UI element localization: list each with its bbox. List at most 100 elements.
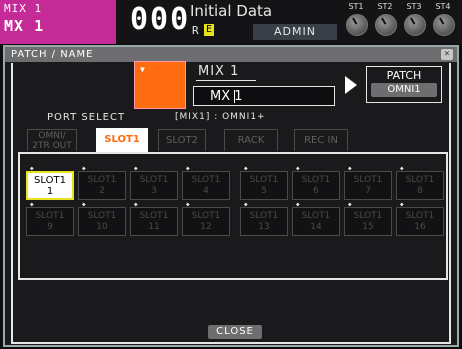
tab-slot2[interactable]: SLOT2 [158,129,206,151]
port-number: 6 [313,186,319,196]
edit-flag: E [204,24,214,36]
channel-name-value: MX 1 [210,89,243,104]
port-button[interactable]: SLOT1 12 [182,207,230,236]
window-titlebar: PATCH / NAME × [5,47,457,62]
tab-label-line2: 2TR OUT [32,141,72,151]
port-name: SLOT1 [139,175,169,185]
st2-knob-icon[interactable] [375,14,397,36]
channel-name-label: MIX 1 [198,64,240,79]
selected-channel-display[interactable]: MIX 1 MX 1 [0,0,116,44]
port-cell: ◆ SLOT1 1 [26,165,74,200]
port-number: 5 [261,186,267,196]
port-panel: ◆ SLOT1 1 ◆ SLOT1 2 ◆ SLOT1 3 ◆ SLOT1 4 ◆ SLOT1 5 ◆ SLOT… [18,152,448,280]
port-cell: ◆ SLOT1 6 [292,165,340,200]
port-button[interactable]: SLOT1 5 [240,171,288,200]
port-cell: ◆ SLOT1 3 [130,165,178,200]
port-name: SLOT1 [405,211,435,221]
port-number: 9 [47,222,53,232]
port-cell: ◆ SLOT1 16 [396,201,444,236]
port-number: 15 [362,222,374,232]
port-number: 14 [310,222,322,232]
port-cell: ◆ SLOT1 11 [130,201,178,236]
port-name: SLOT1 [249,211,279,221]
port-button[interactable]: SLOT1 13 [240,207,288,236]
port-number: 2 [99,186,105,196]
window-title: PATCH / NAME [11,49,94,60]
port-button[interactable]: SLOT1 14 [292,207,340,236]
st4-knob-icon[interactable] [433,14,455,36]
port-cell: ◆ SLOT1 12 [182,201,230,236]
close-icon[interactable]: × [441,49,453,60]
port-name: SLOT1 [139,211,169,221]
port-cell: ◆ SLOT1 8 [396,165,444,200]
read-only-flag: R [192,24,199,37]
port-cell: ◆ SLOT1 5 [240,165,288,200]
port-name: SLOT1 [191,175,221,185]
port-name: SLOT1 [301,175,331,185]
port-name: SLOT1 [35,211,65,221]
port-cell: ◆ SLOT1 7 [344,165,392,200]
port-button[interactable]: SLOT1 2 [78,171,126,200]
port-button[interactable]: SLOT1 1 [26,171,74,200]
port-number: 13 [258,222,270,232]
port-number: 1 [46,186,54,197]
port-number: 3 [151,186,157,196]
channel-color-button[interactable]: ▼ [134,61,186,109]
status-bar: MIX 1 MX 1 000 Initial Data R E ADMIN ST… [0,0,462,44]
port-assignment-info: [MIX1] : OMNI1+ [175,112,266,122]
port-number: 16 [414,222,426,232]
st3-knob-icon[interactable] [404,14,426,36]
tab-omni-2tr-out[interactable]: OMNI/ 2TR OUT [27,129,77,151]
st4-label: ST4 [435,2,451,11]
port-cell: ◆ SLOT1 13 [240,201,288,236]
patch-source-button[interactable]: OMNI1 [371,83,437,97]
channel-id: MIX 1 [4,2,43,15]
port-name: SLOT1 [87,211,117,221]
patch-box: PATCH OMNI1 [366,66,442,103]
port-button[interactable]: SLOT1 16 [396,207,444,236]
st1-knob-icon[interactable] [346,14,368,36]
port-button[interactable]: SLOT1 7 [344,171,392,200]
text-caret [234,90,235,103]
channel-name-input[interactable]: MX 1 [193,86,335,106]
port-number: 7 [365,186,371,196]
port-button[interactable]: SLOT1 15 [344,207,392,236]
port-cell: ◆ SLOT1 4 [182,165,230,200]
user-button[interactable]: ADMIN [253,24,337,40]
close-button[interactable]: CLOSE [208,325,262,339]
port-name: SLOT1 [191,211,221,221]
port-name: SLOT1 [34,175,66,186]
arrow-right-icon [345,76,357,94]
port-button[interactable]: SLOT1 6 [292,171,340,200]
patch-label: PATCH [386,69,422,82]
port-cell: ◆ SLOT1 10 [78,201,126,236]
port-button[interactable]: SLOT1 10 [78,207,126,236]
port-number: 11 [148,222,160,232]
port-name: SLOT1 [353,211,383,221]
port-button[interactable]: SLOT1 8 [396,171,444,200]
tab-rack[interactable]: RACK [224,129,278,151]
port-number: 12 [200,222,212,232]
scene-number[interactable]: 000 [130,2,190,37]
tab-rec-in[interactable]: REC IN [294,129,348,151]
port-number: 10 [96,222,108,232]
port-name: SLOT1 [353,175,383,185]
port-name: SLOT1 [249,175,279,185]
port-name: SLOT1 [405,175,435,185]
dropdown-triangle-icon: ▼ [140,65,145,74]
port-cell: ◆ SLOT1 15 [344,201,392,236]
scene-title: Initial Data [190,2,273,20]
tab-label-line1: OMNI/ [38,131,66,141]
channel-short-name: MX 1 [4,17,45,35]
port-button[interactable]: SLOT1 4 [182,171,230,200]
tab-slot1[interactable]: SLOT1 [96,128,148,152]
port-cell: ◆ SLOT1 14 [292,201,340,236]
port-number: 4 [203,186,209,196]
port-number: 8 [417,186,423,196]
port-button[interactable]: SLOT1 9 [26,207,74,236]
port-button[interactable]: SLOT1 3 [130,171,178,200]
divider [196,80,256,81]
port-select-label: PORT SELECT [47,112,126,123]
port-button[interactable]: SLOT1 11 [130,207,178,236]
port-cell: ◆ SLOT1 9 [26,201,74,236]
